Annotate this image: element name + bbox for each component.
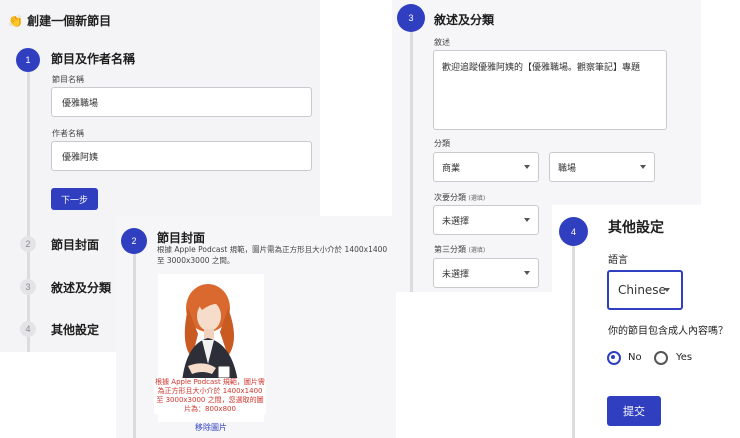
page-title: 👏 創建一個新節目 [8,14,112,28]
author-name-label: 作者名稱 [52,129,84,138]
category-label: 分類 [434,139,450,148]
step-connector [410,30,413,292]
step4-title: 其他設定 [608,220,664,236]
step2-panel: 2 節目封面 根據 Apple Podcast 規範，圖片需為正方形且大小介於 … [116,216,396,438]
category-select[interactable]: 商業 [433,152,539,182]
adult-yes-label[interactable]: Yes [676,352,692,363]
next-button[interactable]: 下一步 [51,188,98,210]
chevron-down-icon [664,288,670,292]
cover-description: 根據 Apple Podcast 規範，圖片需為正方形且大小介於 1400x14… [157,245,388,265]
show-name-input[interactable]: 優雅職場 [51,87,312,117]
chevron-down-icon [524,218,530,222]
adult-yes-radio[interactable] [654,351,668,365]
adult-no-radio[interactable] [607,351,621,365]
second-category-select[interactable]: 未選擇 [433,205,539,235]
adult-no-label[interactable]: No [628,352,642,363]
show-name-label: 節目名稱 [52,75,84,84]
step2-title[interactable]: 節目封面 [51,236,99,253]
second-category-value: 未選擇 [442,216,470,227]
step4-circle: 4 [20,321,36,337]
remove-image-link[interactable]: 移除圖片 [195,422,227,433]
category-value: 商業 [442,163,461,174]
chevron-down-icon [524,165,530,169]
step3-circle: 3 [397,4,425,32]
step-connector [572,230,575,438]
step4-circle: 4 [559,217,588,246]
description-label: 敘述 [434,38,450,47]
step3-title: 敘述及分類 [434,13,495,27]
step-connector [133,240,136,438]
subcategory-select[interactable]: 職場 [549,152,655,182]
author-name-input[interactable]: 優雅阿姨 [51,141,312,171]
cover-size-warning: 根據 Apple Podcast 規範，圖片需為正方形且大小介於 1400x14… [154,378,266,414]
step2-circle: 2 [20,236,36,252]
language-label: 語言 [608,255,628,266]
step3-title[interactable]: 敘述及分類 [51,279,111,296]
step-connector [27,48,30,352]
third-category-select[interactable]: 未選擇 [433,258,539,288]
second-category-label: 次要分類 (選填) [434,193,486,202]
step4-panel: 4 其他設定 語言 Chinese 你的節目包含成人內容嗎？ No Yes 提交 [552,205,740,438]
third-category-label: 第三分類 (選填) [434,245,486,254]
step1-title: 節目及作者名稱 [51,52,136,66]
submit-button[interactable]: 提交 [607,396,661,426]
language-select[interactable]: Chinese [607,270,683,310]
description-textarea[interactable]: 歡迎追蹤優雅阿姨的【優雅職場。觀察筆記】專題 [433,50,667,130]
step2-circle: 2 [121,228,147,254]
step4-title[interactable]: 其他設定 [51,321,99,338]
subcategory-value: 職場 [558,163,577,174]
step1-circle: 1 [16,48,40,72]
adult-content-question: 你的節目包含成人內容嗎？ [608,326,728,337]
chevron-down-icon [640,165,646,169]
step3-circle: 3 [20,279,36,295]
chevron-down-icon [524,271,530,275]
third-category-value: 未選擇 [442,269,470,280]
language-value: Chinese [618,283,666,297]
